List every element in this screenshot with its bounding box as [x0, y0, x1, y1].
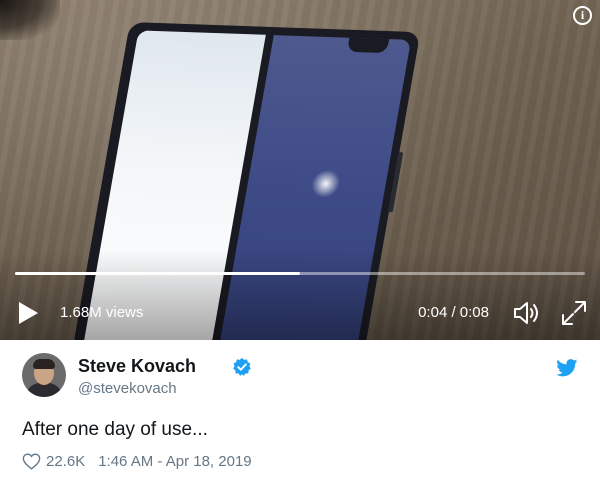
info-symbol: i — [580, 8, 585, 22]
play-button[interactable] — [16, 301, 40, 325]
view-count: 1.68M views — [60, 304, 144, 321]
verified-badge-icon — [233, 357, 251, 376]
tweet-text: After one day of use... — [22, 419, 208, 440]
volume-button[interactable] — [513, 300, 543, 326]
heart-icon[interactable] — [22, 452, 41, 470]
fullscreen-icon — [562, 301, 586, 325]
info-icon[interactable]: i — [573, 6, 592, 25]
progress-bar-fill — [15, 272, 300, 275]
video-frame-shadow — [0, 0, 60, 40]
avatar-hair — [33, 359, 55, 369]
avatar-shirt — [26, 383, 62, 397]
volume-icon — [514, 302, 538, 324]
controls-overlay — [0, 250, 600, 340]
author-row: Steve Kovach @stevekovach — [22, 353, 582, 401]
author-name[interactable]: Steve Kovach — [78, 356, 196, 377]
author-handle[interactable]: @stevekovach — [78, 380, 177, 397]
twitter-bird-icon[interactable] — [556, 359, 578, 377]
playback-time: 0:04 / 0:08 — [418, 304, 489, 321]
tweet-timestamp[interactable]: 1:46 AM - Apr 18, 2019 — [98, 453, 251, 470]
fullscreen-button[interactable] — [561, 300, 587, 326]
phone-notch — [346, 37, 390, 54]
avatar[interactable] — [22, 353, 66, 397]
like-count[interactable]: 22.6K — [46, 453, 85, 470]
tweet-meta: 22.6K 1:46 AM - Apr 18, 2019 — [22, 451, 252, 471]
video-player[interactable]: i 1.68M views 0:04 / 0:08 — [0, 0, 600, 340]
progress-bar[interactable] — [15, 272, 585, 275]
tweet-card: i 1.68M views 0:04 / 0:08 Steve Kovach @… — [0, 0, 600, 483]
play-icon — [19, 302, 38, 324]
